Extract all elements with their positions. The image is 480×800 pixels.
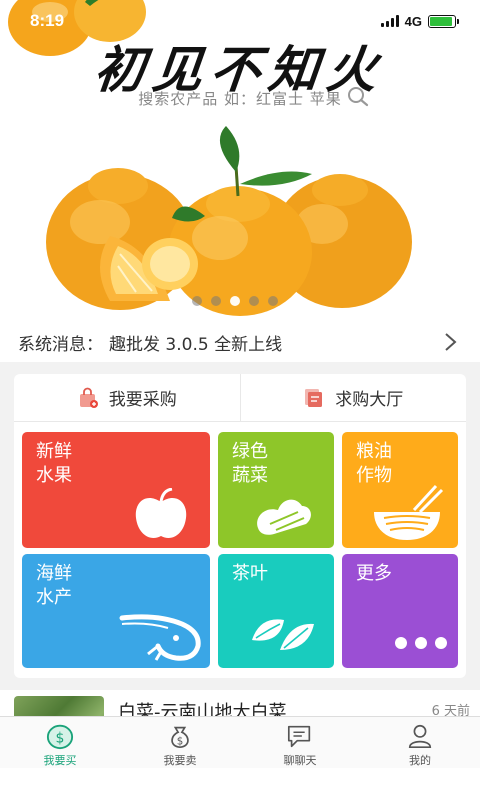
carousel-dot[interactable]: [268, 296, 278, 306]
search-bar[interactable]: 搜索农产品 如：红富士 苹果: [0, 85, 480, 109]
category-tea[interactable]: 茶叶: [218, 554, 334, 668]
category-grain-oil[interactable]: 粮油 作物: [342, 432, 458, 548]
nav-sell-label: 我要卖: [163, 754, 197, 767]
status-bar: 8:19 4G: [0, 0, 480, 42]
status-time: 8:19: [30, 11, 65, 30]
tab-purchase-label: 我要采购: [108, 390, 177, 410]
dollar-icon: $: [46, 724, 74, 750]
more-icon: [395, 637, 447, 649]
nav-buy-label: 我要买: [43, 754, 77, 767]
network-type: 4G: [404, 13, 422, 29]
carousel-dot[interactable]: [192, 296, 202, 306]
nav-mine-label: 我的: [409, 754, 431, 767]
nav-chat-label: 聊聊天: [283, 754, 317, 767]
shrimp-icon: [119, 614, 201, 661]
vegetable-icon: [257, 499, 311, 535]
document-icon: [305, 388, 323, 407]
chevron-right-icon[interactable]: [440, 332, 460, 352]
category-label: 粮油 作物: [356, 441, 392, 486]
category-label: 绿色 蔬菜: [232, 441, 268, 486]
purchase-tabs: 我要采购 求购大厅: [14, 374, 466, 422]
search-hint[interactable]: 搜索农产品 如：红富士 苹果: [138, 88, 342, 109]
category-label: 茶叶: [232, 563, 268, 584]
user-icon: [408, 724, 432, 749]
shopping-bag-icon: [79, 387, 98, 408]
home-indicator-area: [0, 768, 480, 800]
tea-leaf-icon: [252, 619, 314, 650]
system-notice[interactable]: 系统消息： 趣批发 3.0.5 全新上线: [0, 322, 480, 362]
category-label: 海鲜 水产: [36, 563, 72, 608]
svg-text:$: $: [56, 731, 65, 747]
notice-label: 系统消息：: [18, 334, 103, 355]
nav-mine[interactable]: 我的: [360, 717, 480, 768]
hero-carousel[interactable]: [0, 126, 480, 322]
svg-text:$: $: [177, 735, 184, 747]
signal-icon: [380, 15, 399, 27]
category-label: 更多: [356, 563, 392, 584]
search-icon[interactable]: [346, 85, 370, 109]
chat-icon: [287, 725, 311, 748]
category-label: 新鲜 水果: [36, 441, 72, 486]
battery-level: [430, 16, 452, 26]
category-more[interactable]: 更多: [342, 554, 458, 668]
carousel-dots[interactable]: [192, 296, 278, 306]
carousel-dot[interactable]: [230, 296, 240, 306]
tab-purchase[interactable]: 我要采购: [14, 374, 240, 421]
apple-icon: [135, 488, 187, 538]
category-seafood[interactable]: 海鲜 水产: [22, 554, 210, 668]
tab-request-hall[interactable]: 求购大厅: [239, 374, 467, 421]
money-bag-icon: $: [171, 726, 189, 749]
status-indicators: 4G: [380, 13, 459, 29]
notice-text: 趣批发 3.0.5 全新上线: [109, 334, 283, 355]
category-fresh-fruit[interactable]: 新鲜 水果: [22, 432, 210, 548]
bottom-nav: $ 我要买 $ 我要卖 聊聊天 我的: [0, 716, 480, 768]
noodle-bowl-icon: [374, 484, 444, 540]
nav-chat[interactable]: 聊聊天: [240, 717, 360, 768]
category-card: 我要采购 求购大厅 新鲜 水果 绿色 蔬菜 粮油 作物 海鲜 水产 茶叶 更多: [14, 374, 466, 678]
carousel-dot[interactable]: [249, 296, 259, 306]
nav-sell[interactable]: $ 我要卖: [120, 717, 240, 768]
tab-request-hall-label: 求购大厅: [335, 390, 404, 410]
category-green-vegetable[interactable]: 绿色 蔬菜: [218, 432, 334, 548]
oranges-image: [0, 126, 480, 322]
nav-buy[interactable]: $ 我要买: [0, 717, 120, 768]
battery-icon: [428, 14, 459, 28]
carousel-dot[interactable]: [211, 296, 221, 306]
